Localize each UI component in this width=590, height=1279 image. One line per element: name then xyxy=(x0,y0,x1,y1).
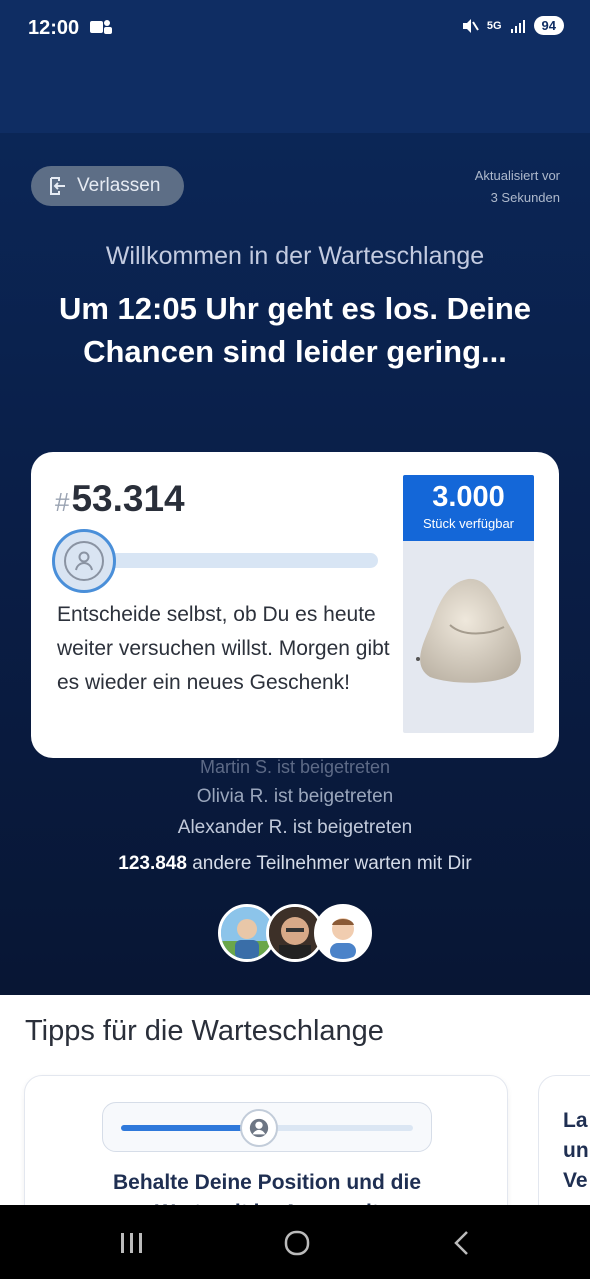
status-icons: 5G 94 xyxy=(461,16,564,35)
recent-apps-icon xyxy=(121,1233,142,1253)
waiting-label: andere Teilnehmer warten mit Dir xyxy=(186,853,472,874)
position-hash: # xyxy=(55,487,70,517)
last-updated: Aktualisiert vor 3 Sekunden xyxy=(420,165,560,209)
activity-item-faded: Martin S. ist beigetreten xyxy=(199,757,391,777)
user-icon xyxy=(240,1109,278,1147)
queue-message: Entscheide selbst, ob Du es heute weiter… xyxy=(57,603,390,694)
product-panel: 3.000 Stück verfügbar xyxy=(403,475,534,733)
stock-number: 3.000 xyxy=(432,481,505,513)
tips-section: Tipps für die Warteschlange Behalte Dein… xyxy=(0,995,590,1254)
stock-label: Stück verfügbar xyxy=(422,516,515,531)
queue-progress-bar xyxy=(71,553,378,568)
user-icon xyxy=(64,541,104,581)
activity-item: Alexander R. ist beigetreten xyxy=(177,817,413,838)
activity-item: Olivia R. ist beigetreten xyxy=(196,786,394,807)
user-position-marker xyxy=(52,529,116,593)
stock-badge: 3.000 Stück verfügbar xyxy=(403,475,534,541)
tip-title-partial: La un Ve xyxy=(563,1109,589,1192)
back-icon xyxy=(454,1231,468,1255)
recent-apps-button[interactable] xyxy=(102,1223,162,1263)
beanbag-product-image xyxy=(416,578,521,683)
exit-icon xyxy=(50,177,65,195)
system-nav-bar xyxy=(0,1205,590,1279)
home-button[interactable] xyxy=(267,1223,327,1263)
home-icon xyxy=(284,1230,310,1256)
back-button[interactable] xyxy=(432,1223,492,1263)
clock: 12:00 xyxy=(28,17,80,39)
header-band xyxy=(0,60,590,133)
queue-position: #53.314 xyxy=(55,478,185,520)
signal-icon xyxy=(510,19,525,33)
participant-avatars xyxy=(218,904,374,964)
waiting-count-text: 123.848 andere Teilnehmer warten mit Dir xyxy=(0,853,590,875)
waiting-count: 123.848 xyxy=(118,853,187,874)
updated-line-2: 3 Sekunden xyxy=(490,190,560,205)
teams-icon xyxy=(90,20,112,34)
tip-illustration xyxy=(102,1102,432,1152)
position-number: 53.314 xyxy=(71,478,185,519)
queue-card: #53.314 Entscheide selbst, ob Du es heut… xyxy=(31,452,559,758)
tips-title: Tipps für die Warteschlange xyxy=(25,1015,384,1047)
avatar xyxy=(314,904,372,962)
status-bar: 12:00 5G 94 xyxy=(0,0,590,60)
welcome-text: Willkommen in der Warteschlange xyxy=(105,242,485,270)
leave-button[interactable]: Verlassen xyxy=(31,166,184,206)
mute-icon xyxy=(462,18,479,33)
leave-label: Verlassen xyxy=(77,175,161,196)
updated-line-1: Aktualisiert vor xyxy=(474,168,560,183)
queue-headline: Um 12:05 Uhr geht es los. Deine Chancen … xyxy=(58,291,532,369)
battery-indicator: 94 xyxy=(533,16,564,35)
network-type: 5G xyxy=(486,19,502,32)
